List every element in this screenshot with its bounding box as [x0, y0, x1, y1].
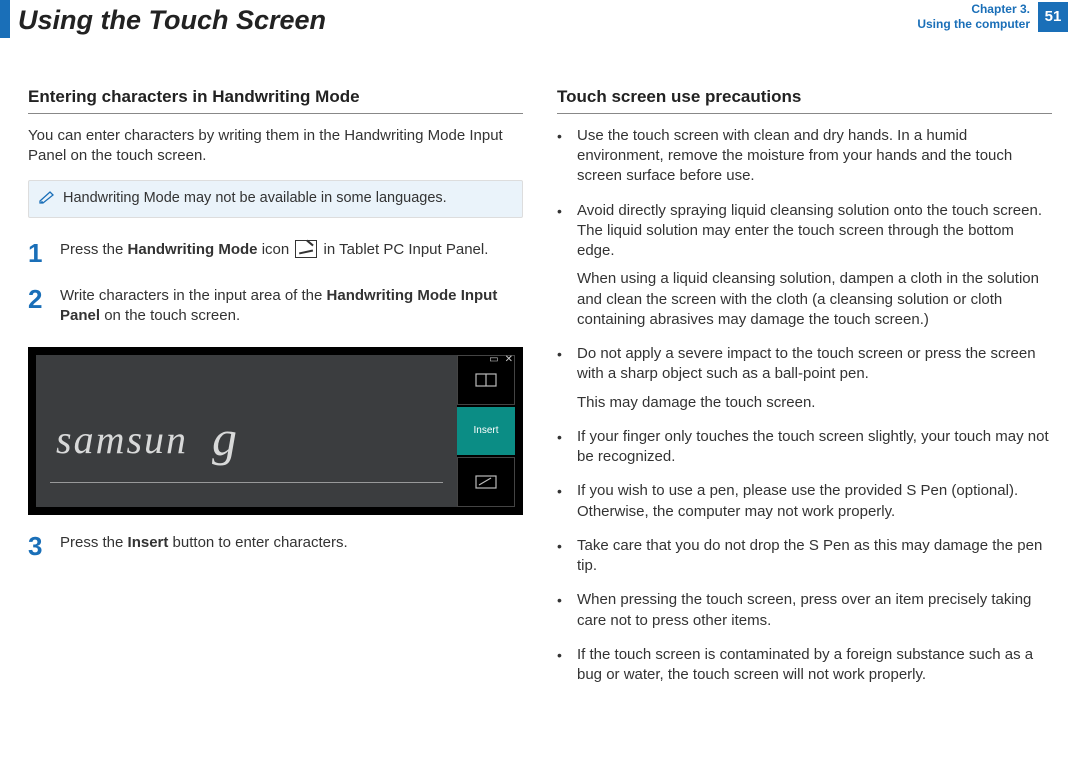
step1-part-b: Handwriting Mode	[128, 241, 258, 258]
list-item: Use the touch screen with clean and dry …	[557, 126, 1052, 187]
step-3-body: Press the Insert button to enter charact…	[60, 533, 523, 559]
note-text: Handwriting Mode may not be available in…	[63, 189, 447, 209]
step-2-body: Write characters in the input area of th…	[60, 286, 523, 327]
precautions-list: Use the touch screen with clean and dry …	[557, 126, 1052, 686]
handwriting-panel: ▭ ✕ samsung Insert	[28, 347, 523, 515]
handwriting-canvas[interactable]: samsung	[36, 355, 457, 507]
right-column: Touch screen use precautions Use the tou…	[557, 86, 1052, 699]
handwriting-baseline	[50, 482, 443, 483]
list-item-text: Avoid directly spraying liquid cleansing…	[577, 201, 1052, 331]
step1-part-c: icon	[258, 241, 294, 258]
list-item-text: If the touch screen is contaminated by a…	[577, 645, 1052, 686]
left-heading: Entering characters in Handwriting Mode	[28, 86, 523, 114]
list-item: When pressing the touch screen, press ov…	[557, 590, 1052, 631]
page-header: Using the Touch Screen Chapter 3. Using …	[0, 0, 1080, 48]
step3-part-c: button to enter characters.	[168, 534, 347, 551]
step3-part-a: Press the	[60, 534, 128, 551]
list-item: Take care that you do not drop the S Pen…	[557, 536, 1052, 577]
handwriting-sample-main: samsun	[56, 417, 188, 462]
list-item-text: Do not apply a severe impact to the touc…	[577, 344, 1052, 413]
panel-close-icon[interactable]: ✕	[505, 353, 513, 367]
list-item-para: Do not apply a severe impact to the touc…	[577, 344, 1052, 385]
page-number: 51	[1038, 2, 1068, 32]
list-item: If you wish to use a pen, please use the…	[557, 481, 1052, 522]
step2-part-a: Write characters in the input area of th…	[60, 287, 327, 304]
list-item-para: Avoid directly spraying liquid cleansing…	[577, 201, 1052, 262]
panel-minimize-icon[interactable]: ▭	[489, 353, 498, 367]
left-intro: You can enter characters by writing them…	[28, 126, 523, 167]
chapter-line1: Chapter 3.	[917, 2, 1030, 17]
step-1: 1 Press the Handwriting Mode icon in Tab…	[28, 240, 523, 266]
left-column: Entering characters in Handwriting Mode …	[28, 86, 523, 699]
step-2: 2 Write characters in the input area of …	[28, 286, 523, 327]
list-item: Avoid directly spraying liquid cleansing…	[557, 201, 1052, 331]
list-item: If the touch screen is contaminated by a…	[557, 645, 1052, 686]
step-number-2: 2	[28, 286, 48, 327]
right-heading: Touch screen use precautions	[557, 86, 1052, 114]
handwriting-sample-text: samsung	[56, 403, 215, 471]
handwriting-sample-tail: g	[212, 410, 239, 466]
panel-insert-button[interactable]: Insert	[457, 407, 515, 455]
header-right: Chapter 3. Using the computer 51	[917, 2, 1068, 32]
list-item-text: If you wish to use a pen, please use the…	[577, 481, 1052, 522]
step3-part-b: Insert	[128, 534, 169, 551]
header-accent-bar	[0, 0, 10, 38]
list-item-text: When pressing the touch screen, press ov…	[577, 590, 1052, 631]
panel-side-buttons: Insert	[457, 351, 519, 511]
chapter-label: Chapter 3. Using the computer	[917, 2, 1030, 32]
step1-part-d: in Tablet PC Input Panel.	[319, 241, 488, 258]
step2-part-c: on the touch screen.	[100, 307, 240, 324]
step-number-3: 3	[28, 533, 48, 559]
note-icon	[39, 190, 55, 209]
list-item: If your finger only touches the touch sc…	[557, 427, 1052, 468]
panel-handwriting-button[interactable]	[457, 457, 515, 507]
step1-part-a: Press the	[60, 241, 128, 258]
list-item-text: If your finger only touches the touch sc…	[577, 427, 1052, 468]
handwriting-mode-icon	[295, 240, 317, 258]
step-number-1: 1	[28, 240, 48, 266]
list-item-text: Take care that you do not drop the S Pen…	[577, 536, 1052, 577]
content-columns: Entering characters in Handwriting Mode …	[0, 86, 1080, 699]
step-1-body: Press the Handwriting Mode icon in Table…	[60, 240, 523, 266]
panel-window-controls: ▭ ✕	[483, 351, 519, 369]
note-box: Handwriting Mode may not be available in…	[28, 180, 523, 218]
chapter-line2: Using the computer	[917, 17, 1030, 32]
list-item: Do not apply a severe impact to the touc…	[557, 344, 1052, 413]
list-item-para: When using a liquid cleansing solution, …	[577, 269, 1052, 330]
list-item-text: Use the touch screen with clean and dry …	[577, 126, 1052, 187]
step-3: 3 Press the Insert button to enter chara…	[28, 533, 523, 559]
page-title: Using the Touch Screen	[18, 2, 326, 38]
list-item-para: This may damage the touch screen.	[577, 393, 1052, 413]
